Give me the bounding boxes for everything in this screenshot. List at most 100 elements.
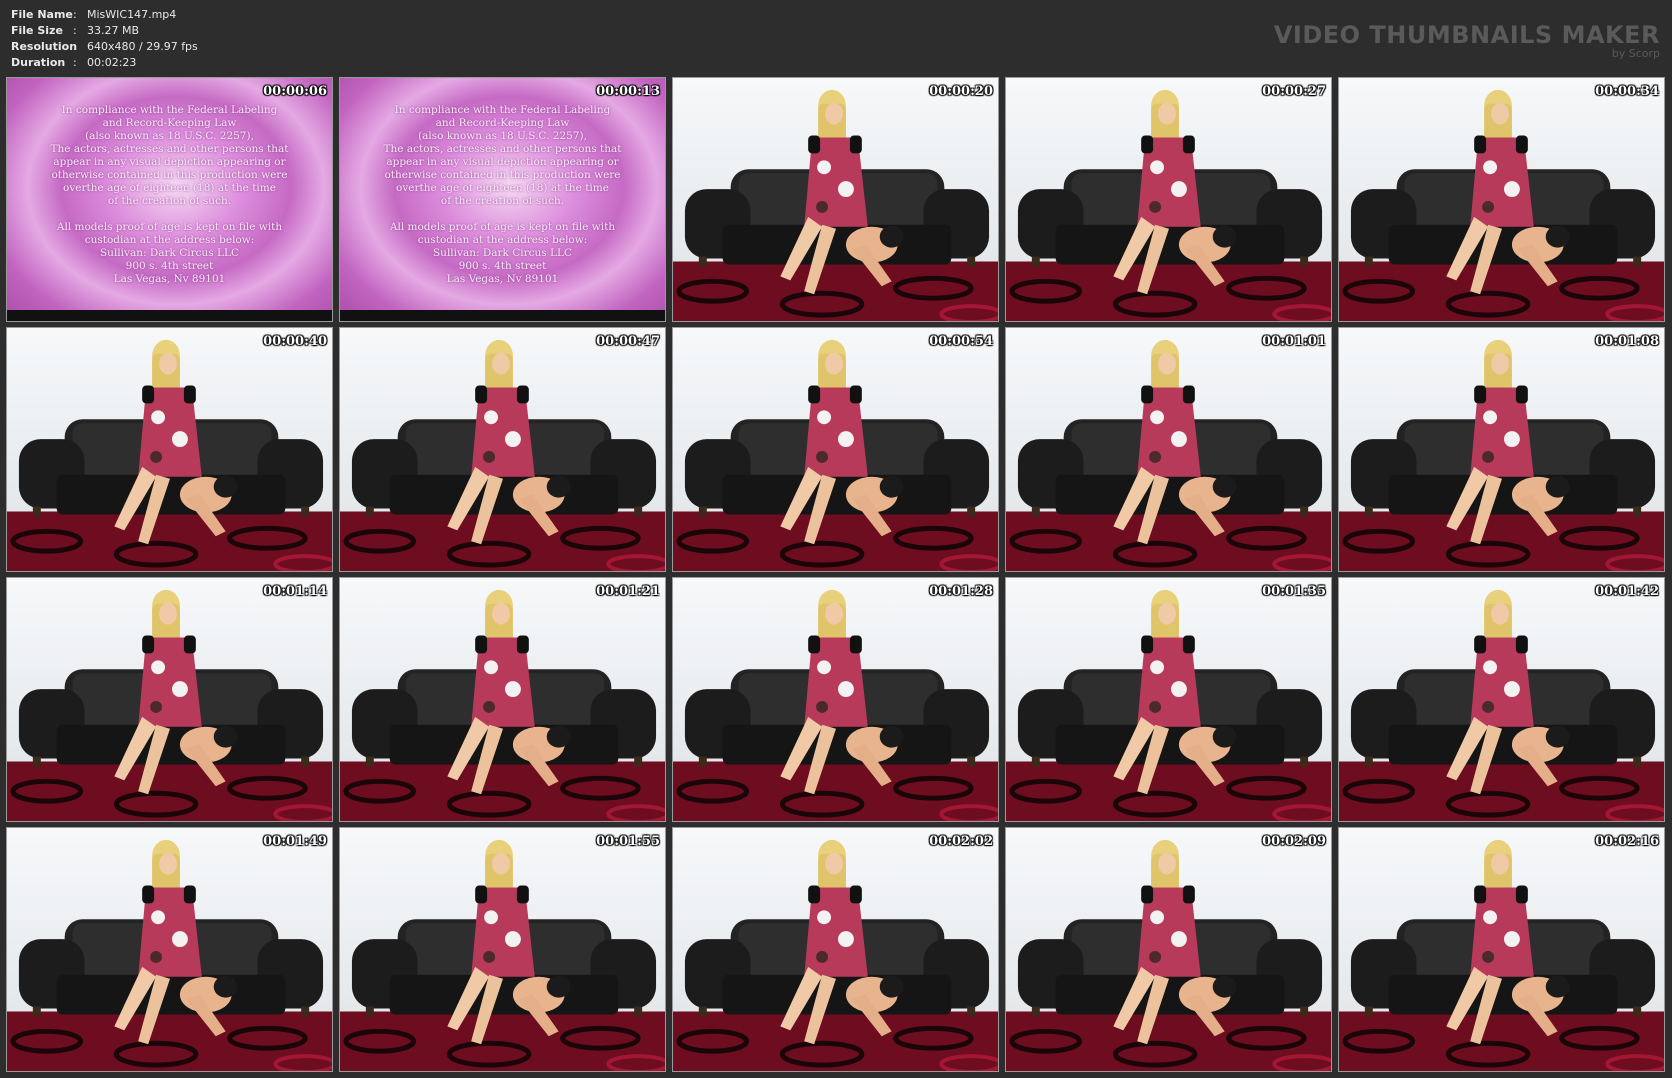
notice-line: appear in any visual depiction appearing…	[53, 156, 286, 168]
thumbnail-10[interactable]: 00:01:08	[1338, 327, 1665, 572]
compliance-notice: In compliance with the Federal Labeling a…	[7, 78, 332, 321]
thumbnail-15[interactable]: 00:01:42	[1338, 577, 1665, 822]
thumbnail-7[interactable]: 00:00:47	[339, 327, 666, 572]
timestamp: 00:01:42	[1595, 584, 1659, 599]
notice-line: All models proof of age is kept on file …	[56, 221, 283, 233]
info-value: MisWIC147.mp4	[87, 8, 177, 21]
thumbnail-14[interactable]: 00:01:35	[1005, 577, 1332, 822]
info-row-file-size: File Size : 33.27 MB	[11, 23, 198, 39]
notice-line: otherwise contained in this production w…	[51, 169, 288, 181]
timestamp: 00:00:13	[596, 84, 660, 99]
scene-image	[340, 578, 665, 821]
notice-line: In compliance with the Federal Labeling	[61, 104, 278, 116]
notice-line: In compliance with the Federal Labeling	[394, 104, 611, 116]
thumbnail-2[interactable]: In compliance with the Federal Labeling a…	[339, 77, 666, 322]
scene-image	[1339, 78, 1664, 321]
scene-image	[1339, 828, 1664, 1071]
info-separator: :	[73, 56, 77, 69]
thumbnail-grid: In compliance with the Federal Labeling a…	[6, 77, 1665, 1072]
timestamp: 00:02:09	[1262, 834, 1326, 849]
scene-image	[1339, 578, 1664, 821]
notice-line: overthe age of eighteen (18) at the time	[63, 182, 276, 194]
timestamp: 00:00:47	[596, 334, 660, 349]
info-row-duration: Duration : 00:02:23	[11, 55, 198, 71]
notice-line: Sullivan: Dark Circus LLC	[432, 247, 573, 259]
notice-line: The actors, actresses and other persons …	[50, 143, 289, 155]
notice-line: (also known as 18 U.S.C. 2257),	[418, 130, 587, 142]
info-label: File Name	[11, 8, 73, 21]
timestamp: 00:01:14	[263, 584, 327, 599]
notice-gap	[340, 208, 665, 221]
scene-image	[340, 328, 665, 571]
thumbnail-11[interactable]: 00:01:14	[6, 577, 333, 822]
thumbnail-5[interactable]: 00:00:34	[1338, 77, 1665, 322]
notice-paragraph: All models proof of age is kept on file …	[340, 221, 665, 286]
timestamp: 00:00:20	[929, 84, 993, 99]
thumbnail-1[interactable]: In compliance with the Federal Labeling a…	[6, 77, 333, 322]
notice-line: otherwise contained in this production w…	[384, 169, 621, 181]
info-label: Duration	[11, 56, 66, 69]
notice-line: custodian at the address below:	[84, 234, 255, 246]
scene-image	[673, 578, 998, 821]
scene-image	[673, 328, 998, 571]
scene-image	[7, 578, 332, 821]
notice-line: 900 s. 4th street	[125, 260, 214, 272]
scene-image	[7, 828, 332, 1071]
notice-paragraph: All models proof of age is kept on file …	[7, 221, 332, 286]
info-label: Resolution	[11, 40, 78, 53]
timestamp: 00:00:34	[1595, 84, 1659, 99]
notice-line: overthe age of eighteen (18) at the time	[396, 182, 609, 194]
thumbnail-8[interactable]: 00:00:54	[672, 327, 999, 572]
notice-line: Sullivan: Dark Circus LLC	[99, 247, 240, 259]
info-value: 640x480 / 29.97 fps	[87, 40, 198, 53]
brand-watermark: VIDEO THUMBNAILS MAKER by Scorp	[1274, 22, 1660, 60]
file-info: File Name : MisWIC147.mp4 File Size : 33…	[11, 7, 198, 71]
brand-title: VIDEO THUMBNAILS MAKER	[1273, 21, 1660, 49]
info-separator: :	[73, 24, 77, 37]
notice-line: All models proof of age is kept on file …	[389, 221, 616, 233]
thumbnail-16[interactable]: 00:01:49	[6, 827, 333, 1072]
scene-image	[1339, 328, 1664, 571]
timestamp: 00:01:01	[1262, 334, 1326, 349]
scene-image	[340, 828, 665, 1071]
info-row-resolution: Resolution : 640x480 / 29.97 fps	[11, 39, 198, 55]
thumbnail-19[interactable]: 00:02:09	[1005, 827, 1332, 1072]
scene-image	[673, 78, 998, 321]
thumbnail-9[interactable]: 00:01:01	[1005, 327, 1332, 572]
notice-line: Las Vegas, Nv 89101	[446, 273, 559, 285]
info-label: File Size	[11, 24, 63, 37]
timestamp: 00:01:08	[1595, 334, 1659, 349]
scene-image	[1006, 328, 1331, 571]
thumbnail-6[interactable]: 00:00:40	[6, 327, 333, 572]
info-separator: :	[73, 40, 77, 53]
info-row-file-name: File Name : MisWIC147.mp4	[11, 7, 198, 23]
scene-image	[1006, 578, 1331, 821]
notice-letterbox-bar	[7, 310, 332, 321]
notice-text: In compliance with the Federal Labeling a…	[7, 104, 332, 286]
scene-image	[7, 328, 332, 571]
brand-subtitle: by Scorp	[1611, 47, 1660, 60]
timestamp: 00:00:06	[263, 84, 327, 99]
timestamp: 00:00:27	[1262, 84, 1326, 99]
timestamp: 00:02:16	[1595, 834, 1659, 849]
scene-image	[1006, 828, 1331, 1071]
notice-paragraph: In compliance with the Federal Labeling a…	[7, 104, 332, 208]
timestamp: 00:02:02	[929, 834, 993, 849]
thumbnail-3[interactable]: 00:00:20	[672, 77, 999, 322]
info-separator: :	[73, 8, 77, 21]
thumbnail-18[interactable]: 00:02:02	[672, 827, 999, 1072]
timestamp: 00:01:28	[929, 584, 993, 599]
notice-line: Las Vegas, Nv 89101	[113, 273, 226, 285]
notice-text: In compliance with the Federal Labeling a…	[340, 104, 665, 286]
notice-line: appear in any visual depiction appearing…	[386, 156, 619, 168]
scene-image	[673, 828, 998, 1071]
thumbnail-4[interactable]: 00:00:27	[1005, 77, 1332, 322]
thumbnail-13[interactable]: 00:01:28	[672, 577, 999, 822]
thumbnail-20[interactable]: 00:02:16	[1338, 827, 1665, 1072]
notice-line: The actors, actresses and other persons …	[383, 143, 622, 155]
thumbnail-12[interactable]: 00:01:21	[339, 577, 666, 822]
notice-line: custodian at the address below:	[417, 234, 588, 246]
timestamp: 00:01:49	[263, 834, 327, 849]
thumbnail-17[interactable]: 00:01:55	[339, 827, 666, 1072]
notice-line: and Record-Keeping Law	[102, 117, 237, 129]
